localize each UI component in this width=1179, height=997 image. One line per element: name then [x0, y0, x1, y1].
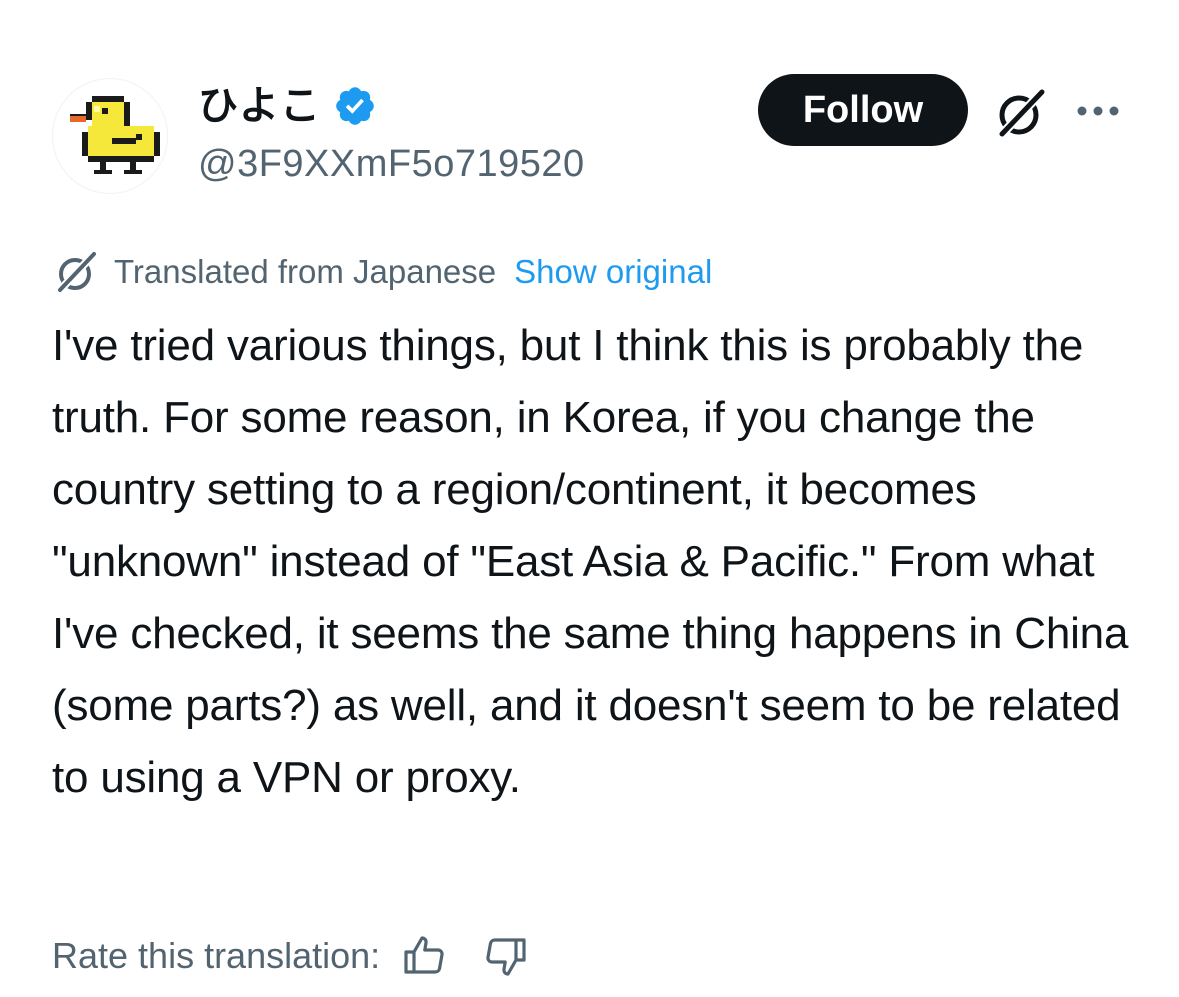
avatar[interactable] [52, 78, 168, 194]
verified-badge-icon[interactable] [333, 84, 377, 128]
pixel-chick-icon [70, 96, 160, 174]
post-text: I've tried various things, but I think t… [52, 321, 1129, 802]
grok-translate-icon [52, 248, 100, 296]
more-icon[interactable] [1070, 96, 1126, 126]
author-name-row: ひよこ [198, 80, 377, 132]
thumbs-down-icon[interactable] [482, 932, 530, 980]
thumbs-up-icon[interactable] [400, 932, 448, 980]
author-display-name[interactable]: ひよこ [198, 80, 321, 132]
rate-translation-label: Rate this translation: [52, 935, 381, 976]
translation-info: Translated from Japanese Show original [52, 246, 712, 298]
translated-from-label: Translated from Japanese [114, 253, 497, 290]
author-handle[interactable]: @3F9XXmF5o719520 [198, 140, 585, 188]
follow-button[interactable]: Follow [758, 74, 968, 146]
rate-translation-row: Rate this translation: [52, 926, 530, 986]
grok-icon[interactable] [992, 84, 1050, 142]
show-original-link[interactable]: Show original [514, 246, 712, 298]
